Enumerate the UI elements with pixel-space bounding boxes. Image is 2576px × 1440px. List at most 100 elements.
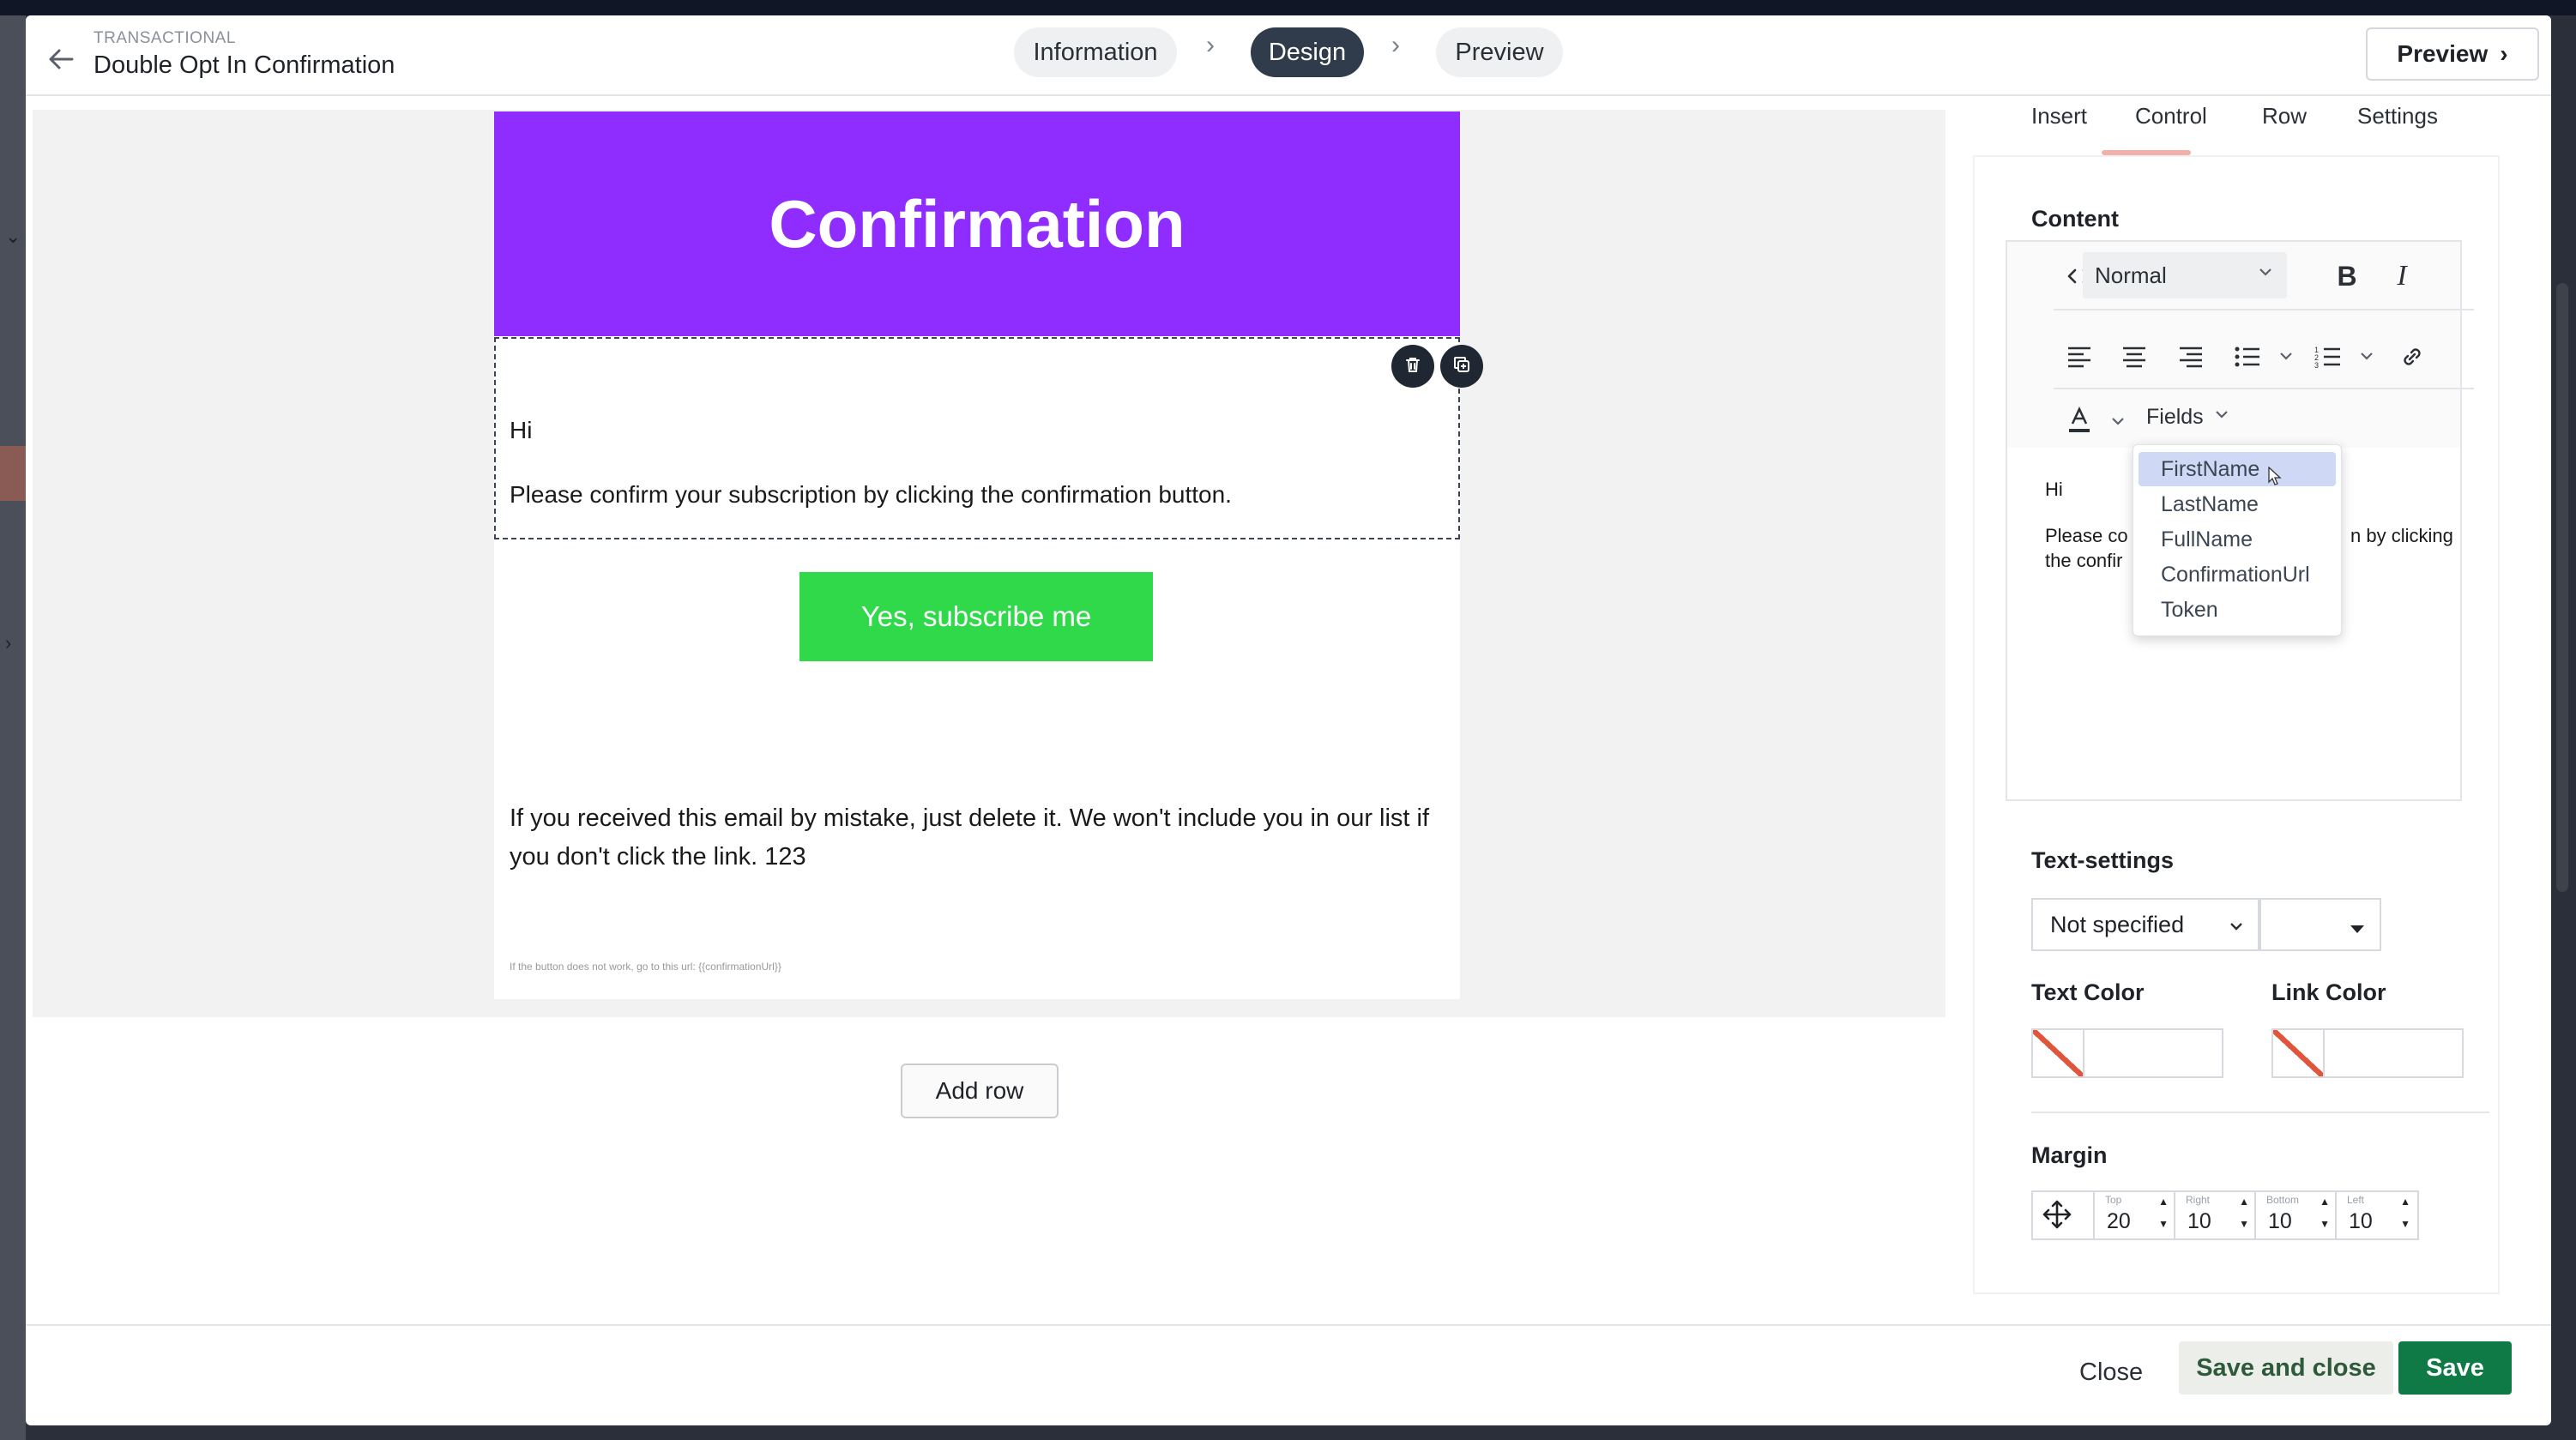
fields-menu: FirstName LastName FullName Confirmation… bbox=[2133, 444, 2342, 636]
editor-body-line3: the confir bbox=[2045, 550, 2123, 571]
step-design[interactable]: Design bbox=[1251, 27, 1364, 77]
bold-icon[interactable]: B bbox=[2328, 257, 2366, 295]
align-left-icon[interactable] bbox=[2060, 338, 2098, 376]
tab-settings[interactable]: Settings bbox=[2357, 103, 2438, 130]
preview-button[interactable]: Preview › bbox=[2366, 27, 2539, 81]
fields-dropdown-label: Fields bbox=[2146, 405, 2204, 429]
margin-top-value: 20 bbox=[2107, 1209, 2131, 1233]
caret-down-icon bbox=[2349, 915, 2366, 942]
app-sidebar-active-item bbox=[0, 446, 26, 501]
decrement-icon[interactable]: ▼ bbox=[2400, 1218, 2410, 1230]
save-button[interactable]: Save bbox=[2398, 1341, 2512, 1395]
email-banner[interactable]: Confirmation bbox=[494, 111, 1460, 336]
italic-icon[interactable]: I bbox=[2383, 257, 2421, 295]
chevron-right-icon: › bbox=[1206, 31, 1215, 59]
decrement-icon[interactable]: ▼ bbox=[2158, 1218, 2169, 1230]
page-kicker: TRANSACTIONAL bbox=[94, 29, 236, 47]
bullet-list-icon[interactable] bbox=[2229, 338, 2266, 376]
format-select-value: Normal bbox=[2095, 262, 2167, 288]
fields-option-firstname[interactable]: FirstName bbox=[2139, 452, 2336, 486]
back-button[interactable] bbox=[38, 38, 84, 84]
fields-option-token[interactable]: Token bbox=[2139, 593, 2336, 627]
text-settings-title: Text-settings bbox=[2031, 847, 2175, 873]
save-and-close-button[interactable]: Save and close bbox=[2179, 1341, 2393, 1395]
subscribe-button[interactable]: Yes, subscribe me bbox=[799, 572, 1153, 661]
tab-control[interactable]: Control bbox=[2135, 103, 2207, 130]
active-tab-indicator bbox=[2102, 150, 2191, 155]
numbered-list-icon[interactable]: 123 bbox=[2309, 338, 2347, 376]
format-select[interactable]: Normal bbox=[2083, 252, 2287, 298]
text-settings-value: Not specified bbox=[2050, 911, 2185, 937]
move-icon[interactable] bbox=[2042, 1199, 2072, 1234]
margin-title: Margin bbox=[2031, 1142, 2108, 1168]
chevron-right-icon: › bbox=[1391, 31, 1400, 59]
margin-top-label: Top bbox=[2105, 1194, 2122, 1206]
chevron-down-icon bbox=[2212, 405, 2231, 430]
tab-insert[interactable]: Insert bbox=[2031, 103, 2087, 130]
margin-right-value: 10 bbox=[2187, 1209, 2211, 1233]
mouse-cursor-icon bbox=[2268, 466, 2282, 490]
modal-footer bbox=[26, 1324, 2551, 1412]
panel-scrollbar[interactable] bbox=[2556, 283, 2568, 892]
margin-left-input[interactable]: Left 10 ▲ ▼ bbox=[2335, 1192, 2417, 1238]
margin-controls: Top 20 ▲ ▼ Right 10 ▲ ▼ Bottom 10 ▲ ▼ Le… bbox=[2031, 1190, 2419, 1240]
toolbar-divider bbox=[2054, 388, 2474, 389]
margin-top-input[interactable]: Top 20 ▲ ▼ bbox=[2093, 1192, 2175, 1238]
chevron-right-icon[interactable]: › bbox=[5, 634, 22, 653]
fields-dropdown[interactable]: Fields bbox=[2146, 405, 2231, 430]
link-color-picker[interactable] bbox=[2271, 1028, 2464, 1078]
add-row-button[interactable]: Add row bbox=[901, 1063, 1059, 1118]
chevron-down-icon[interactable] bbox=[2357, 346, 2376, 370]
margin-right-input[interactable]: Right 10 ▲ ▼ bbox=[2174, 1192, 2256, 1238]
email-fallback-text: If the button does not work, go to this … bbox=[510, 961, 781, 973]
app-topbar bbox=[0, 0, 2576, 15]
preview-button-label: Preview bbox=[2397, 40, 2489, 67]
link-color-label: Link Color bbox=[2271, 979, 2386, 1005]
email-mistake-text: If you received this email by mistake, j… bbox=[510, 804, 1430, 871]
chevron-down-icon[interactable] bbox=[2277, 346, 2295, 370]
text-color-label: Text Color bbox=[2031, 979, 2145, 1005]
panel-divider bbox=[2031, 1112, 2489, 1113]
margin-bottom-label: Bottom bbox=[2266, 1194, 2300, 1206]
duplicate-icon bbox=[1451, 354, 1472, 379]
editor-greeting: Hi bbox=[2045, 479, 2063, 500]
margin-bottom-input[interactable]: Bottom 10 ▲ ▼ bbox=[2254, 1192, 2337, 1238]
decrement-icon[interactable]: ▼ bbox=[2239, 1218, 2249, 1230]
email-greeting: Hi bbox=[510, 417, 533, 443]
trash-icon bbox=[1403, 354, 1423, 379]
svg-text:3: 3 bbox=[2314, 361, 2319, 369]
tab-row[interactable]: Row bbox=[2262, 103, 2307, 130]
content-section-title: Content bbox=[2031, 206, 2119, 232]
chevron-down-icon bbox=[2256, 261, 2275, 287]
close-button[interactable]: Close bbox=[2079, 1359, 2143, 1387]
selected-text-block[interactable] bbox=[494, 337, 1460, 539]
increment-icon[interactable]: ▲ bbox=[2320, 1196, 2330, 1208]
editor-body-end: n by clicking bbox=[2350, 525, 2453, 546]
chevron-down-icon bbox=[2227, 915, 2246, 942]
fields-option-lastname[interactable]: LastName bbox=[2139, 487, 2336, 521]
increment-icon[interactable]: ▲ bbox=[2239, 1196, 2249, 1208]
fields-option-fullname[interactable]: FullName bbox=[2139, 522, 2336, 557]
margin-bottom-value: 10 bbox=[2268, 1209, 2292, 1233]
align-right-icon[interactable] bbox=[2172, 338, 2210, 376]
increment-icon[interactable]: ▲ bbox=[2400, 1196, 2410, 1208]
back-arrow-icon bbox=[46, 45, 75, 78]
no-color-swatch bbox=[2033, 1030, 2084, 1076]
margin-left-label: Left bbox=[2347, 1194, 2365, 1206]
email-body-text: Please confirm your subscription by clic… bbox=[510, 481, 1232, 508]
duplicate-block-button[interactable] bbox=[1440, 345, 1483, 388]
delete-block-button[interactable] bbox=[1391, 345, 1434, 388]
align-center-icon[interactable] bbox=[2115, 338, 2153, 376]
step-preview[interactable]: Preview bbox=[1436, 27, 1563, 77]
fields-option-confirmationurl[interactable]: ConfirmationUrl bbox=[2139, 557, 2336, 592]
link-icon[interactable] bbox=[2393, 338, 2431, 376]
text-color-picker[interactable] bbox=[2031, 1028, 2223, 1078]
decrement-icon[interactable]: ▼ bbox=[2320, 1218, 2330, 1230]
text-color-icon[interactable] bbox=[2060, 401, 2098, 439]
increment-icon[interactable]: ▲ bbox=[2158, 1196, 2169, 1208]
text-size-select[interactable] bbox=[2259, 898, 2381, 951]
chevron-down-icon[interactable]: ⌄ bbox=[5, 227, 22, 246]
chevron-down-icon[interactable] bbox=[2108, 412, 2127, 435]
text-settings-select[interactable]: Not specified bbox=[2031, 898, 2259, 951]
step-information[interactable]: Information bbox=[1014, 27, 1177, 77]
